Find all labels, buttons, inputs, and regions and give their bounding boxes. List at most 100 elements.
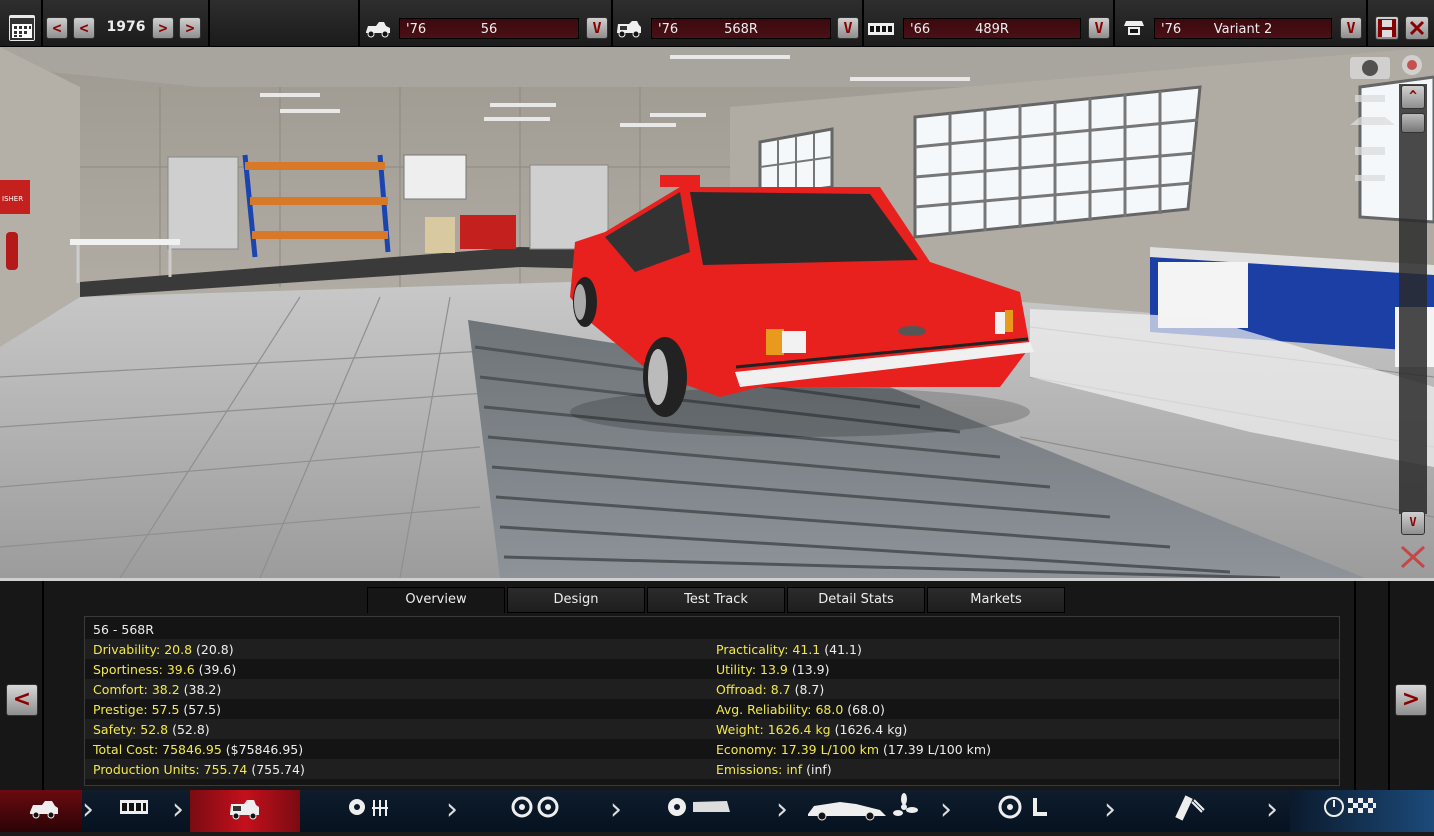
chevron-right-icon: ›	[82, 792, 94, 827]
trim-dropdown-button[interactable]: V	[837, 17, 859, 39]
year-prev-button[interactable]: <	[73, 17, 95, 39]
finish-flag-icon	[1324, 797, 1376, 817]
chevron-right-icon: ›	[1104, 792, 1116, 827]
nav-wheels-step[interactable]	[470, 790, 610, 832]
car-model-title: 56 - 568R	[93, 622, 154, 637]
nav-suspension-step[interactable]	[1130, 790, 1270, 832]
stat-label: Sportiness: 39.6	[93, 662, 195, 677]
chevron-right-icon: ›	[610, 792, 622, 827]
engine-selector[interactable]: '66 489R	[903, 18, 1081, 39]
close-icon[interactable]	[1405, 16, 1429, 40]
nav-trim-step[interactable]	[190, 790, 300, 832]
stat-value: (68.0)	[847, 702, 885, 717]
gear-icon	[349, 799, 388, 816]
overview-stats: 56 - 568R Drivability: 20.8 (20.8) Pract…	[84, 616, 1340, 786]
stat-label: Utility: 13.9	[716, 662, 788, 677]
engine-variant-icon	[1120, 18, 1148, 40]
stat-label: Offroad: 8.7	[716, 682, 791, 697]
stat-weight: Weight: 1626.4 kg (1626.4 kg)	[716, 722, 907, 737]
stat-value: (38.2)	[183, 682, 222, 697]
stats-row: Total Cost: 75846.95 ($75846.95) Economy…	[85, 739, 1339, 759]
trim-name: 568R	[724, 22, 758, 37]
scroll-thumb[interactable]	[1401, 113, 1425, 133]
car-trim-icon	[615, 18, 643, 40]
stat-value: (13.9)	[791, 662, 830, 677]
stat-safety: Safety: 52.8 (52.8)	[93, 722, 210, 737]
tab-overview[interactable]: Overview	[367, 587, 505, 613]
variant-name: Variant 2	[1213, 22, 1273, 37]
scroll-down-button[interactable]: V	[1401, 511, 1425, 535]
stat-label: Weight: 1626.4 kg	[716, 722, 831, 737]
tab-markets[interactable]: Markets	[927, 587, 1065, 613]
chevron-right-icon: ›	[446, 792, 458, 827]
panel-next-button[interactable]: >	[1395, 684, 1427, 716]
stat-value: (57.5)	[183, 702, 221, 717]
variant-selector[interactable]: '76 Variant 2	[1154, 18, 1332, 39]
top-toolbar: < < 1976 > > '76 56 V '76 568R V '66 489…	[0, 0, 1434, 47]
body-dropdown-button[interactable]: V	[586, 17, 608, 39]
stat-economy: Economy: 17.39 L/100 km (17.39 L/100 km)	[716, 742, 991, 757]
chassis-icon	[120, 800, 148, 814]
tab-design[interactable]: Design	[507, 587, 645, 613]
stat-reliability: Avg. Reliability: 68.0 (68.0)	[716, 702, 885, 717]
stat-value: (17.39 L/100 km)	[883, 742, 991, 757]
stat-value: (755.74)	[251, 762, 305, 777]
designer-step-nav: › › › › › › › ›	[0, 790, 1434, 832]
stats-row: Comfort: 38.2 (38.2) Offroad: 8.7 (8.7)	[85, 679, 1339, 699]
stat-value: (inf)	[806, 762, 832, 777]
chevron-right-icon: ›	[172, 792, 184, 827]
body-selector[interactable]: '76 56	[399, 18, 579, 39]
stat-utility: Utility: 13.9 (13.9)	[716, 662, 829, 677]
year-next-button[interactable]: >	[152, 17, 174, 39]
nav-body-step[interactable]	[0, 790, 82, 832]
stat-production-units: Production Units: 755.74 (755.74)	[93, 762, 305, 777]
tab-detail-stats[interactable]: Detail Stats	[787, 587, 925, 613]
save-icon[interactable]	[1375, 16, 1399, 40]
stat-value: ($75846.95)	[225, 742, 304, 757]
fixtures-icon	[668, 798, 730, 816]
nav-interior-step[interactable]	[965, 790, 1105, 832]
stat-value: (8.7)	[794, 682, 825, 697]
year-next-fast-button[interactable]: >	[179, 17, 201, 39]
suspension-icon	[1175, 795, 1205, 821]
scroll-up-button[interactable]: ^	[1401, 85, 1425, 109]
tab-test-track[interactable]: Test Track	[647, 587, 785, 613]
engine-name: 489R	[975, 22, 1009, 37]
panel-prev-button[interactable]: <	[6, 684, 38, 716]
stat-label: Avg. Reliability: 68.0	[716, 702, 844, 717]
stats-panel: Overview Design Test Track Detail Stats …	[0, 578, 1434, 793]
stat-label: Prestige: 57.5	[93, 702, 180, 717]
nav-test-step[interactable]	[1290, 790, 1434, 832]
stats-row: Prestige: 57.5 (57.5) Avg. Reliability: …	[85, 699, 1339, 719]
chevron-right-icon: ›	[940, 792, 952, 827]
nav-chassis-step[interactable]	[100, 790, 170, 832]
calendar-icon[interactable]	[9, 15, 35, 41]
stat-label: Total Cost: 75846.95	[93, 742, 222, 757]
stat-label: Economy: 17.39 L/100 km	[716, 742, 880, 757]
year-prev-fast-button[interactable]: <	[46, 17, 68, 39]
stat-value: (1626.4 kg)	[834, 722, 908, 737]
variant-dropdown-button[interactable]: V	[1340, 17, 1362, 39]
stat-value: (41.1)	[824, 642, 862, 657]
stats-row: Sportiness: 39.6 (39.6) Utility: 13.9 (1…	[85, 659, 1339, 679]
engine-icon	[867, 18, 895, 40]
trim-selector[interactable]: '76 568R	[651, 18, 831, 39]
stats-title-row: 56 - 568R	[85, 619, 1339, 639]
steering-wheel-icon	[998, 795, 1047, 819]
stat-value: (39.6)	[198, 662, 237, 677]
engine-dropdown-button[interactable]: V	[1088, 17, 1110, 39]
stats-row: Drivability: 20.8 (20.8) Practicality: 4…	[85, 639, 1339, 659]
stat-label: Drivability: 20.8	[93, 642, 193, 657]
stat-sportiness: Sportiness: 39.6 (39.6)	[93, 662, 236, 677]
body-name: 56	[480, 22, 498, 37]
stat-value: (52.8)	[172, 722, 210, 737]
stat-label: Emissions: inf	[716, 762, 803, 777]
car-body-icon	[364, 18, 392, 40]
nav-engine-step[interactable]	[300, 790, 440, 832]
chevron-right-icon: ›	[1266, 792, 1278, 827]
car-trim-icon	[230, 800, 259, 820]
nav-aero-step[interactable]	[800, 790, 940, 832]
nav-fixtures-step[interactable]	[635, 790, 775, 832]
stat-total-cost: Total Cost: 75846.95 ($75846.95)	[93, 742, 303, 757]
garage-viewport[interactable]: ISHER ^ V	[0, 47, 1434, 578]
